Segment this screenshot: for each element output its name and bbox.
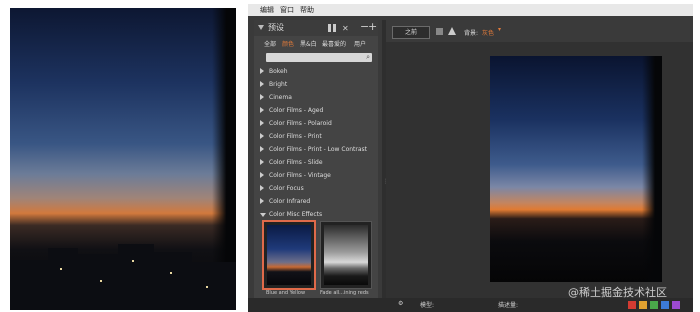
grid-view-icon[interactable]	[328, 24, 336, 32]
category-item[interactable]: Cinema	[258, 92, 374, 104]
tab-all[interactable]: 全部	[264, 39, 276, 48]
description-label: 描述量:	[498, 302, 519, 309]
expand-icon	[260, 133, 264, 139]
category-item[interactable]: Color Films - Aged	[258, 105, 374, 117]
preset-thumbnail[interactable]	[320, 221, 372, 289]
preset-filter-tabs: 全部 颜色 黑&白 最喜爱的 用户	[254, 38, 378, 50]
expand-icon	[260, 94, 264, 100]
expand-icon	[260, 146, 264, 152]
category-item[interactable]: Color Films - Polaroid	[258, 118, 374, 130]
preview-panel: 之前 背景: 灰色 ▾ ⚙ 模型: 描述量:	[248, 20, 693, 312]
preset-search-input[interactable]: ⌕	[266, 53, 372, 62]
category-item[interactable]: Color Focus	[258, 183, 374, 195]
expand-icon	[260, 120, 264, 126]
background-select[interactable]: 灰色	[482, 28, 494, 37]
before-button[interactable]: 之前	[392, 26, 430, 39]
expand-icon	[260, 185, 264, 191]
category-item[interactable]: Color Films - Vintage	[258, 170, 374, 182]
chevron-down-icon[interactable]: ▾	[498, 26, 501, 33]
category-item[interactable]: Color Infrared	[258, 196, 374, 208]
color-swatch[interactable]	[628, 301, 636, 309]
gear-icon[interactable]: ⚙	[398, 300, 403, 307]
tab-color[interactable]: 颜色	[282, 39, 294, 48]
presets-title: 预设	[268, 23, 284, 32]
tab-bw[interactable]: 黑&白	[300, 39, 317, 48]
watermark: @稀土掘金技术社区	[568, 286, 667, 299]
preview-image	[490, 56, 662, 282]
add-preset-icon[interactable]: +	[368, 20, 377, 33]
menu-edit[interactable]: 编辑	[260, 5, 274, 15]
preview-toolbar: 之前 背景: 灰色 ▾	[386, 20, 693, 42]
collapse-icon[interactable]	[258, 25, 264, 30]
thumbnail-label: Blue and Yellow	[266, 290, 306, 296]
list-view-icon[interactable]: ✕	[342, 24, 349, 33]
thumbnail-image	[267, 225, 311, 285]
background-label: 背景:	[464, 30, 479, 37]
eyedropper-icon[interactable]	[448, 27, 456, 35]
color-swatch[interactable]	[661, 301, 669, 309]
color-swatch[interactable]	[650, 301, 658, 309]
city-skyline	[10, 210, 236, 310]
app-window: 编辑 窗口 帮助 预设 ✕ − + 全部 颜色 黑&白 最喜爱的 用户 ⌕ Bo…	[248, 4, 693, 312]
compare-icon[interactable]	[436, 28, 443, 35]
menu-window[interactable]: 窗口	[280, 5, 294, 15]
bottom-toolbar: ⚙ 模型: 描述量:	[248, 298, 693, 312]
category-item[interactable]: Bokeh	[258, 66, 374, 78]
expand-icon	[260, 159, 264, 165]
color-swatch[interactable]	[639, 301, 647, 309]
menu-help[interactable]: 帮助	[300, 5, 314, 15]
category-item[interactable]: Color Films - Slide	[258, 157, 374, 169]
collapse-icon	[260, 213, 266, 217]
thumbnail-image	[324, 225, 368, 285]
expand-icon	[260, 198, 264, 204]
menu-bar: 编辑 窗口 帮助	[248, 4, 693, 16]
tab-user[interactable]: 用户	[354, 39, 366, 48]
presets-header: 预设 ✕ − +	[254, 20, 378, 36]
expand-icon	[260, 107, 264, 113]
expand-icon	[260, 68, 264, 74]
category-item[interactable]: Bright	[258, 79, 374, 91]
preset-thumbnail-selected[interactable]	[262, 220, 316, 290]
category-item[interactable]: Color Films - Print - Low Contrast	[258, 144, 374, 156]
category-item[interactable]: Color Films - Print	[258, 131, 374, 143]
thumbnail-label: Fade all...ining reds	[320, 290, 369, 296]
expand-icon	[260, 172, 264, 178]
search-icon: ⌕	[366, 53, 370, 61]
presets-panel: 预设 ✕ − + 全部 颜色 黑&白 最喜爱的 用户 ⌕ Bokeh Brigh…	[254, 20, 378, 312]
expand-icon	[260, 81, 264, 87]
tree-silhouette	[642, 56, 662, 282]
tab-favorites[interactable]: 最喜爱的	[322, 39, 346, 48]
color-swatch[interactable]	[672, 301, 680, 309]
original-photo	[10, 8, 236, 310]
model-label: 模型:	[420, 302, 435, 309]
